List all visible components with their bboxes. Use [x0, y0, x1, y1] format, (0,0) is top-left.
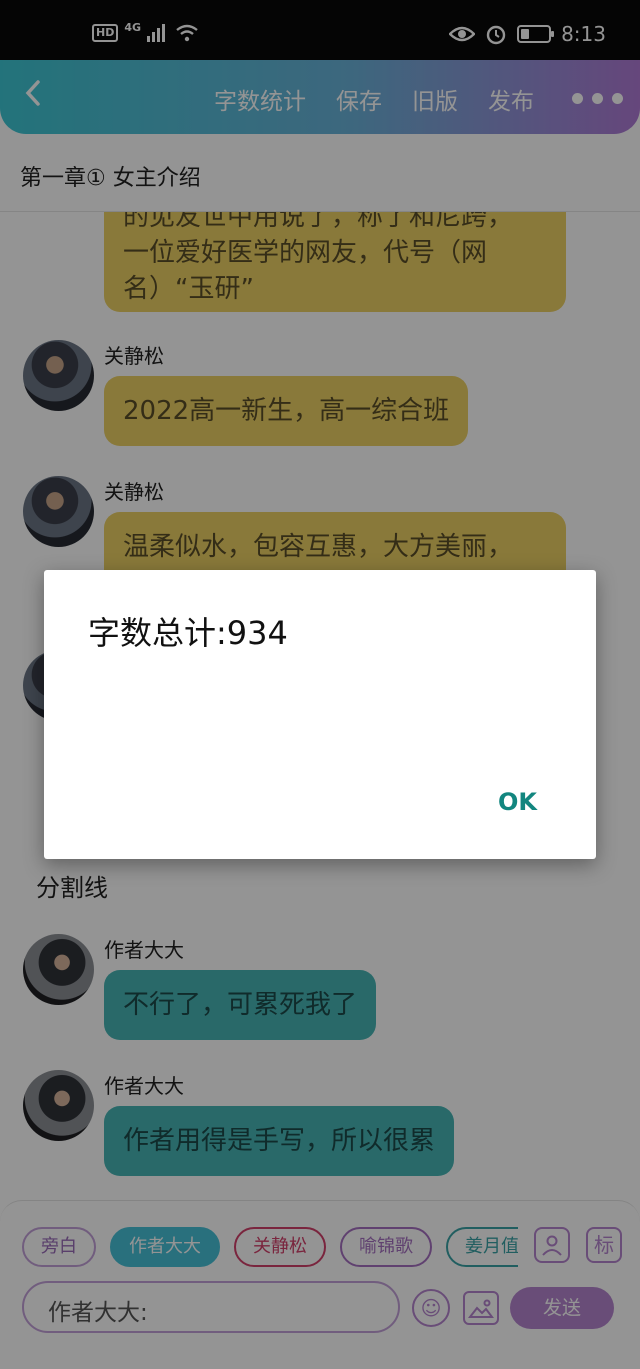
word-count-dialog: 字数总计:934 OK	[44, 570, 596, 859]
ok-button[interactable]: OK	[498, 788, 537, 816]
dialog-message: 字数总计:934	[88, 614, 288, 652]
